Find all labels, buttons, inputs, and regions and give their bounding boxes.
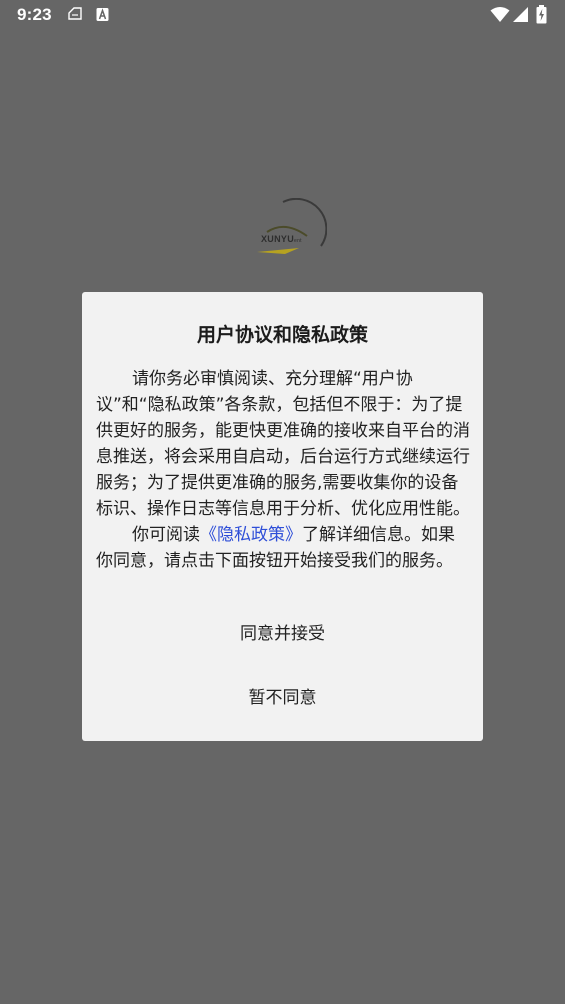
wifi-icon [490, 6, 510, 27]
dialog-title: 用户协议和隐私政策 [196, 324, 368, 346]
cellular-signal-icon [512, 6, 529, 27]
dialog-paragraph-terms: 请你务必审慎阅读、充分理解“用户协议”和“隐私政策”各条款，包括但不限于：为了提… [96, 369, 470, 519]
privacy-dialog: 用户协议和隐私政策 请你务必审慎阅读、充分理解“用户协议”和“隐私政策”各条款，… [82, 292, 483, 741]
logo-text: XUNYUent [261, 234, 302, 244]
text-a-icon [96, 7, 109, 26]
status-time: 9:23 [17, 5, 52, 24]
battery-charging-icon [536, 5, 547, 28]
privacy-policy-link[interactable]: 《隐私政策》 [200, 525, 302, 545]
dialog-paragraph-privacy: 你可阅读《隐私政策》了解详细信息。如果你同意，请点击下面按钮开始接受我们的服务。 [96, 522, 470, 574]
decline-button[interactable]: 暂不同意 [82, 678, 483, 718]
accept-button[interactable]: 同意并接受 [82, 614, 483, 654]
status-bar: 9:23 [0, 0, 565, 32]
screen: 9:23 XUNYUent 用户协议和隐私政策 请你务必审慎阅读、充分理解“用户… [0, 0, 565, 1004]
loading-spinner-icon [257, 197, 328, 254]
notification-icon [68, 7, 83, 26]
paragraph-text-before-link: 你可阅读 [132, 525, 200, 545]
splash-logo: XUNYUent [255, 197, 328, 258]
dialog-body: 请你务必审慎阅读、充分理解“用户协议”和“隐私政策”各条款，包括但不限于：为了提… [96, 366, 470, 574]
